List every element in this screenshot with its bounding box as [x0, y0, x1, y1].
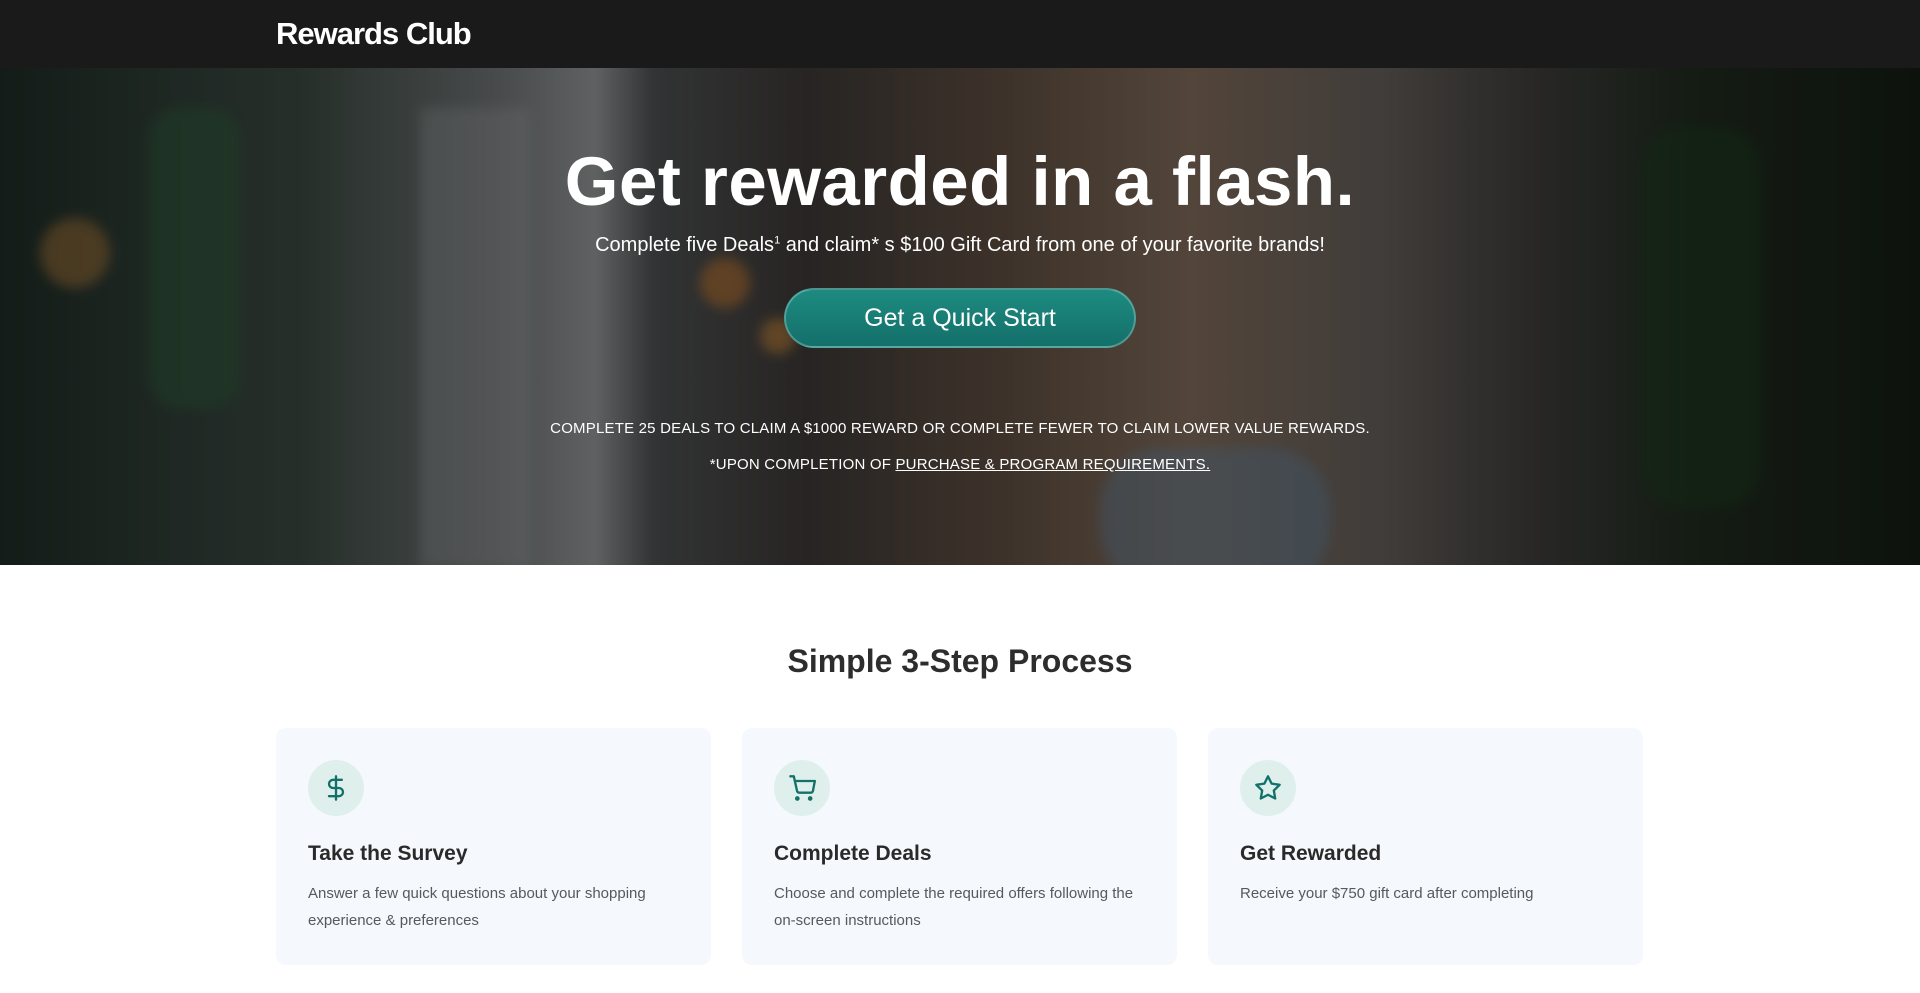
hero-requirements-note: *UPON COMPLETION OF PURCHASE & PROGRAM R… [0, 456, 1920, 473]
process-steps: Take the Survey Answer a few quick quest… [276, 728, 1643, 965]
quick-start-button[interactable]: Get a Quick Start [784, 288, 1136, 348]
requirements-prefix: *UPON COMPLETION OF [709, 456, 896, 473]
dollar-icon [308, 760, 364, 816]
hero-subtitle-part: and claim* s $100 Gift Card from one of … [780, 234, 1325, 256]
step-title: Complete Deals [774, 842, 932, 865]
hero-subtitle: Complete five Deals1 and claim* s $100 G… [0, 234, 1920, 257]
hero-banner: Get rewarded in a flash. Complete five D… [0, 68, 1920, 565]
step-title: Take the Survey [308, 842, 468, 865]
hero-content: Get rewarded in a flash. Complete five D… [0, 68, 1920, 565]
step-card-rewarded: Get Rewarded Receive your $750 gift card… [1208, 728, 1643, 965]
hero-disclaimer: COMPLETE 25 DEALS TO CLAIM A $1000 REWAR… [550, 420, 1370, 437]
process-title: Simple 3-Step Process [787, 643, 1133, 679]
step-card-survey: Take the Survey Answer a few quick quest… [276, 728, 711, 965]
top-bar: Rewards Club [0, 0, 1920, 68]
step-description: Answer a few quick questions about your … [308, 885, 646, 929]
step-description: Choose and complete the required offers … [774, 885, 1134, 929]
requirements-link[interactable]: PURCHASE & PROGRAM REQUIREMENTS. [895, 456, 1210, 473]
step-card-deals: Complete Deals Choose and complete the r… [742, 728, 1177, 965]
hero-subtitle-part: Complete five Deals [595, 234, 775, 256]
hero-title: Get rewarded in a flash. [564, 143, 1356, 220]
brand-logo[interactable]: Rewards Club [276, 16, 472, 52]
star-icon [1240, 760, 1296, 816]
cart-icon [774, 760, 830, 816]
step-title: Get Rewarded [1240, 842, 1382, 865]
step-description: Receive your $750 gift card after comple… [1240, 885, 1534, 902]
